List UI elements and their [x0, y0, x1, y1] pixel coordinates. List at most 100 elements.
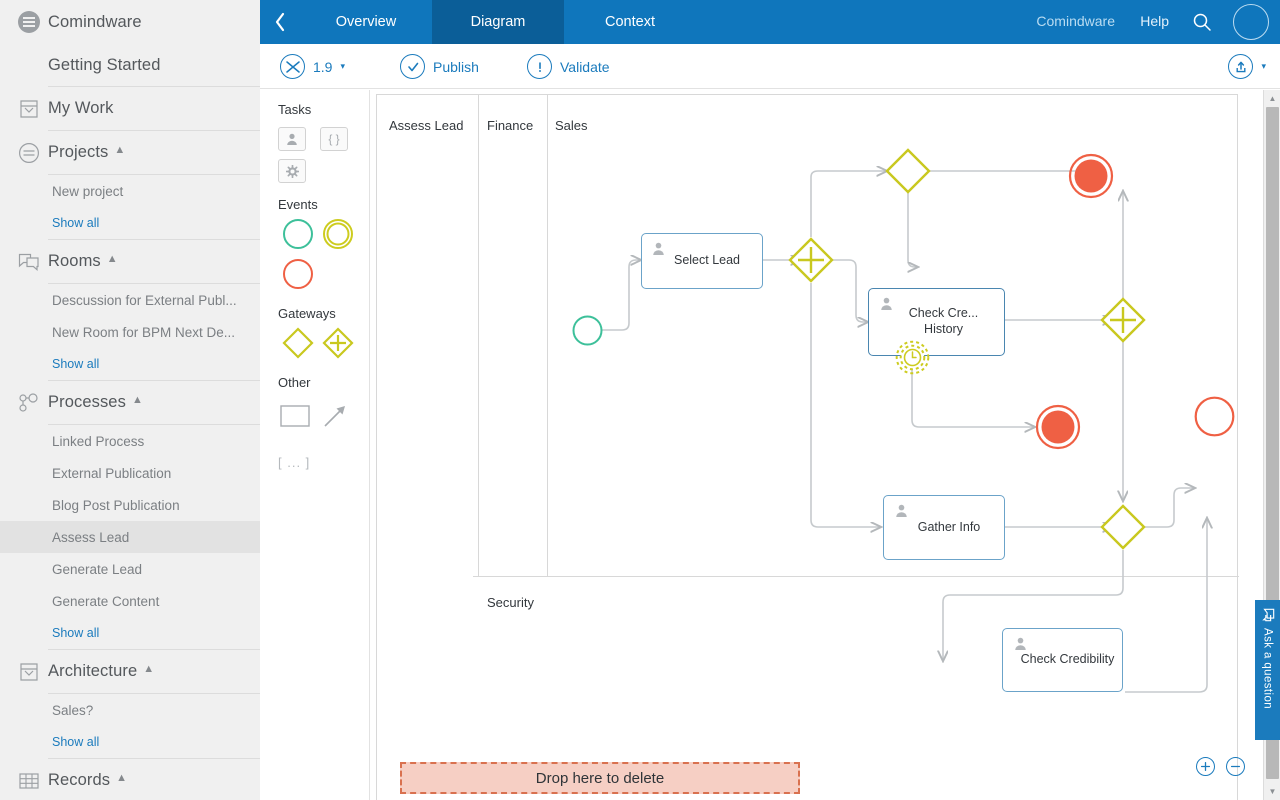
node-end-event-1[interactable] [1068, 153, 1114, 199]
export-menu[interactable]: ▾ [1228, 44, 1266, 89]
chevron-up-icon[interactable]: ▲ [143, 664, 154, 675]
palette-row-other-2: [ ... ] [260, 442, 369, 482]
application-window: Comindware Getting Started My Work Proje… [0, 0, 1280, 800]
sidebar-item-linked-process[interactable]: Linked Process [0, 425, 260, 457]
node-start-event[interactable] [572, 315, 603, 346]
sidebar-item-new-project[interactable]: New project [0, 175, 260, 207]
sidebar-sub-label: External Publication [52, 465, 172, 481]
sidebar-showall-architecture[interactable]: Show all [0, 726, 260, 758]
task-label: Check Credibility [1020, 652, 1115, 667]
back-button[interactable] [260, 0, 300, 44]
palette-row-gateways [260, 323, 369, 363]
sidebar-brand[interactable]: Comindware [0, 0, 260, 44]
scroll-up-arrow-icon[interactable]: ▲ [1264, 91, 1280, 106]
zoom-out-button[interactable] [1226, 757, 1245, 776]
sidebar-item-generate-content[interactable]: Generate Content [0, 585, 260, 617]
sidebar-group-label: Projects [48, 143, 109, 161]
node-task-gather-info[interactable]: Gather Info [883, 495, 1005, 560]
sidebar-item-room-1[interactable]: Descussion for External Publ... [0, 284, 260, 316]
diagram-canvas[interactable]: Assess Lead Finance Sales Security Selec… [370, 90, 1260, 800]
chevron-up-icon[interactable]: ▲ [107, 254, 118, 265]
sidebar-showall-projects[interactable]: Show all [0, 207, 260, 239]
sidebar-group-rooms[interactable]: Rooms ▲ [0, 240, 260, 283]
sidebar-item-external-publication[interactable]: External Publication [0, 457, 260, 489]
sidebar-group-label: Records [48, 771, 111, 789]
chevron-left-icon [275, 12, 285, 32]
sidebar-group-projects[interactable]: Projects ▲ [0, 131, 260, 174]
intermediate-event-palette-item[interactable] [318, 214, 358, 254]
node-parallel-gateway-1[interactable] [788, 237, 834, 283]
exclusive-gateway-palette-item[interactable] [278, 323, 318, 363]
lane-label-finance: Finance [487, 118, 534, 133]
help-link[interactable]: Help [1140, 13, 1169, 29]
tab-diagram[interactable]: Diagram [432, 0, 564, 44]
palette-row-events-1 [260, 214, 369, 254]
sidebar-item-getting-started[interactable]: Getting Started [0, 44, 260, 86]
node-task-check-credit-history[interactable]: Check Cre... History [868, 288, 1005, 356]
node-task-select-lead[interactable]: Select Lead [641, 233, 763, 289]
tab-label: Overview [335, 14, 397, 30]
tab-overview[interactable]: Overview [300, 0, 432, 44]
chevron-up-icon[interactable]: ▲ [116, 773, 127, 784]
hamburger-menu-icon[interactable] [10, 11, 48, 33]
sidebar-item-generate-lead[interactable]: Generate Lead [0, 553, 260, 585]
sidebar-showall-processes[interactable]: Show all [0, 617, 260, 649]
sidebar-item-room-2[interactable]: New Room for BPM Next De... [0, 316, 260, 348]
brand-link[interactable]: Comindware [1036, 13, 1115, 29]
sidebar-group-processes[interactable]: Processes ▲ [0, 381, 260, 424]
scroll-down-arrow-icon[interactable]: ▼ [1264, 784, 1280, 799]
sidebar-sub-label: Show all [52, 216, 100, 230]
double-circle-icon [323, 219, 353, 249]
palette-section-title-other: Other [278, 375, 311, 390]
sidebar-group-architecture[interactable]: Architecture ▲ [0, 650, 260, 693]
delete-drop-zone[interactable]: Drop here to delete [400, 762, 800, 794]
service-task-palette-item[interactable] [278, 159, 306, 183]
lane-divider [547, 95, 548, 576]
node-parallel-gateway-2[interactable] [1100, 297, 1146, 343]
publish-button[interactable]: Publish [400, 44, 479, 89]
chevron-up-icon[interactable]: ▲ [114, 145, 125, 156]
my-work-icon [10, 99, 48, 119]
gear-icon [285, 164, 299, 178]
sidebar-showall-rooms[interactable]: Show all [0, 348, 260, 380]
projects-icon [10, 142, 48, 164]
end-event-palette-item[interactable] [278, 254, 318, 294]
sidebar-item-sales[interactable]: Sales? [0, 694, 260, 726]
parallel-gateway-palette-item[interactable] [318, 323, 358, 363]
boundary-timer-event[interactable] [895, 340, 930, 375]
node-exclusive-gateway-2[interactable] [1100, 504, 1146, 550]
chevron-down-icon[interactable]: ▾ [1261, 61, 1266, 72]
validate-label: Validate [560, 58, 610, 75]
task-label: Select Lead [673, 253, 741, 268]
connector-arrow-palette-item[interactable] [318, 396, 352, 436]
sidebar-item-assess-lead[interactable]: Assess Lead [0, 521, 260, 553]
avatar[interactable] [1233, 4, 1269, 40]
start-event-palette-item[interactable] [278, 214, 318, 254]
node-intermediate-event[interactable] [1194, 396, 1235, 437]
node-exclusive-gateway-1[interactable] [885, 148, 931, 194]
tab-context[interactable]: Context [564, 0, 696, 44]
version-selector[interactable]: 1.9 ▾ [280, 44, 345, 89]
version-label: 1.9 [313, 58, 333, 75]
rect-icon [280, 405, 310, 427]
chevron-up-icon[interactable]: ▲ [132, 395, 143, 406]
sidebar-item-my-work[interactable]: My Work [0, 87, 260, 130]
palette-row-tasks-2 [260, 159, 369, 183]
node-end-event-2[interactable] [1035, 404, 1081, 450]
sidebar-item-blog-post-publication[interactable]: Blog Post Publication [0, 489, 260, 521]
sidebar-group-label: Processes [48, 393, 126, 411]
script-task-palette-item[interactable]: { } [320, 127, 348, 151]
search-icon[interactable] [1192, 12, 1212, 37]
node-task-check-credibility[interactable]: Check Credibility [1002, 628, 1123, 692]
processes-icon [10, 392, 48, 414]
sidebar-group-records[interactable]: Records ▲ [0, 759, 260, 800]
ask-a-question-tab[interactable]: Ask a question [1255, 600, 1280, 740]
validate-button[interactable]: Validate [527, 44, 610, 89]
group-bracket-palette-item[interactable]: [ ... ] [278, 442, 312, 482]
pool-lane-palette-item[interactable] [278, 396, 312, 436]
user-task-palette-item[interactable] [278, 127, 306, 151]
sidebar-sub-label: New Room for BPM Next De... [52, 324, 236, 340]
ask-a-question-label: Ask a question [1261, 628, 1274, 710]
zoom-in-button[interactable] [1196, 757, 1215, 776]
chevron-down-icon[interactable]: ▾ [340, 61, 345, 72]
